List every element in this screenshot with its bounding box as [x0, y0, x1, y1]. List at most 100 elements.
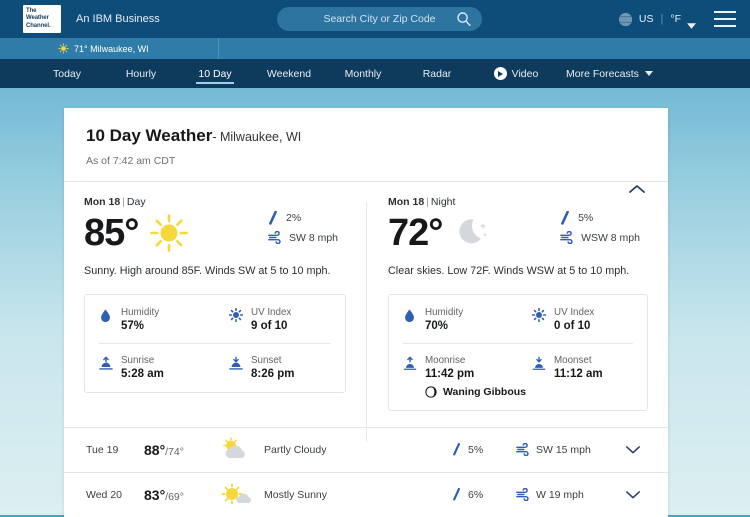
search-bar[interactable] — [277, 7, 482, 31]
day-stat-sunset: Sunset 8:26 pm — [215, 355, 345, 380]
night-stat-label: UV Index — [554, 306, 595, 318]
forecast-temps: 88°/74° — [144, 442, 218, 458]
day-narrative: Sunny. High around 85F. Winds SW at 5 to… — [84, 265, 331, 277]
day-stats-row-bottom: Sunrise 5:28 am Sunset 8:26 pm — [85, 344, 345, 380]
night-stat-value: 11:12 am — [554, 367, 603, 380]
night-stat-label: Humidity — [425, 306, 464, 318]
day-night-detail-panel: Mon 18 | Day 85° 2% SW 8 mph Sunny. High… — [64, 182, 668, 442]
day-stat-label: Sunset — [251, 354, 282, 366]
nav-item-weekend[interactable]: Weekend — [252, 59, 326, 88]
day-precip-metric: 2% — [268, 211, 338, 225]
site-header: The Weather Channel. An IBM Business US … — [0, 0, 750, 38]
humidity-drop-icon — [99, 308, 113, 324]
forecast-precip: 6% — [452, 488, 516, 501]
forecast-high: 83° — [144, 486, 166, 503]
day-stat-uv-index: UV Index 9 of 10 — [215, 307, 345, 332]
night-wind-value: WSW 8 mph — [581, 231, 640, 244]
forecast-wind-value: W 19 mph — [536, 488, 584, 501]
nav-item-more-forecasts[interactable]: More Forecasts — [558, 59, 661, 88]
nav-item-monthly[interactable]: Monthly — [326, 59, 400, 88]
day-stats-box: Humidity 57% UV Index 9 of 10 Sunrise 5:… — [84, 293, 346, 393]
day-temp-row: 85° 2% SW 8 mph — [84, 210, 346, 256]
weather-channel-logo[interactable]: The Weather Channel. — [23, 5, 61, 33]
day-temperature: 85° — [84, 212, 139, 254]
nav-item-today[interactable]: Today — [30, 59, 104, 88]
day-stat-label: UV Index — [251, 306, 292, 318]
nav-item-hourly[interactable]: Hourly — [104, 59, 178, 88]
nav-label: 10 Day — [198, 67, 232, 80]
page-title-location: - Milwaukee, WI — [212, 130, 302, 144]
forecast-day: Tue 19 — [86, 443, 119, 456]
forecast-row[interactable]: Tue 19 88°/74° Partly Cloudy 5% SW 15 mp… — [64, 428, 668, 472]
forecast-precip: 5% — [452, 443, 516, 456]
wind-icon — [516, 488, 529, 502]
night-stat-value: 70% — [425, 319, 449, 332]
raindrop-icon — [269, 211, 277, 225]
forecast-wind: W 19 mph — [516, 488, 620, 502]
night-temp-row: 72° 5% WSW 8 mph — [388, 210, 648, 256]
night-metrics: 5% WSW 8 mph — [560, 211, 640, 244]
search-icon[interactable] — [456, 11, 472, 27]
hamburger-menu-icon[interactable] — [714, 11, 736, 27]
day-stat-humidity: Humidity 57% — [85, 307, 215, 332]
chevron-down-icon[interactable] — [687, 16, 696, 29]
nav-label: More Forecasts — [566, 67, 639, 80]
night-precip-metric: 5% — [560, 211, 640, 225]
globe-icon[interactable] — [613, 12, 633, 27]
forecast-low: /74° — [165, 445, 184, 458]
forecast-row[interactable]: Wed 20 83°/69° Mostly Sunny 6% W 19 mph — [64, 473, 668, 517]
night-stat-moonset: Moonset 11:12 am — [518, 355, 647, 380]
moonset-icon — [532, 356, 546, 372]
day-period-label: Mon 18 | Day — [84, 196, 346, 208]
day-date: Mon 18 — [84, 196, 121, 208]
raindrop-icon — [453, 443, 460, 456]
chevron-down-icon — [626, 490, 640, 499]
night-date: Mon 18 — [388, 196, 425, 208]
search-input[interactable] — [299, 13, 460, 25]
night-temperature: 72° — [388, 212, 443, 254]
sun-icon — [58, 43, 69, 54]
region-label[interactable]: US — [639, 13, 654, 25]
sunset-icon — [229, 356, 243, 372]
night-stat-label: Moonrise — [425, 354, 466, 366]
raindrop-icon — [453, 488, 460, 501]
wind-icon — [268, 231, 281, 244]
night-precip-value: 5% — [578, 212, 594, 224]
location-bar-separator — [218, 38, 219, 59]
sun-icon — [148, 212, 190, 254]
expand-row-button[interactable] — [620, 445, 646, 455]
forecast-precip-value: 6% — [468, 488, 484, 501]
nav-label: Radar — [422, 67, 452, 80]
expand-row-button[interactable] — [620, 490, 646, 500]
logo-line-1: The — [26, 7, 37, 14]
page-title: 10 Day Weather- Milwaukee, WI — [86, 126, 646, 146]
chevron-down-icon — [626, 445, 640, 454]
current-location-chip[interactable]: 71° Milwaukee, WI — [58, 43, 149, 54]
day-separator: | — [122, 196, 125, 208]
night-wind-metric: WSW 8 mph — [560, 231, 640, 244]
moonrise-icon — [403, 356, 417, 372]
nav-label: Monthly — [344, 67, 382, 80]
nav-item-video[interactable]: Video — [474, 59, 558, 88]
moon-icon — [452, 212, 494, 254]
night-stat-humidity: Humidity 70% — [389, 307, 518, 332]
day-stat-value: 57% — [121, 319, 145, 332]
day-stats-row-top: Humidity 57% UV Index 9 of 10 — [85, 307, 345, 343]
sunrise-icon — [99, 356, 113, 372]
logo-line-2: Weather — [26, 15, 49, 22]
day-stat-value: 9 of 10 — [251, 319, 288, 332]
night-stat-label: Moonset — [554, 354, 592, 366]
night-stats-row-bottom: Moonrise 11:42 pm Moonset 11:12 am — [389, 344, 647, 380]
header-divider: | — [660, 13, 664, 25]
wind-icon — [560, 231, 573, 244]
primary-navigation: Today Hourly 10 Day Weekend Monthly Rada… — [0, 59, 750, 88]
card-header: 10 Day Weather- Milwaukee, WI As of 7:42… — [64, 108, 668, 181]
units-label[interactable]: °F — [670, 13, 681, 25]
nav-item-radar[interactable]: Radar — [400, 59, 474, 88]
day-stat-label: Humidity — [121, 306, 160, 318]
page-title-main: 10 Day Weather — [86, 126, 213, 145]
day-stat-label: Sunrise — [121, 354, 155, 366]
day-wind-value: SW 8 mph — [288, 231, 338, 244]
nav-item-10-day[interactable]: 10 Day — [178, 59, 252, 88]
night-narrative: Clear skies. Low 72F. Winds WSW at 5 to … — [388, 265, 630, 277]
